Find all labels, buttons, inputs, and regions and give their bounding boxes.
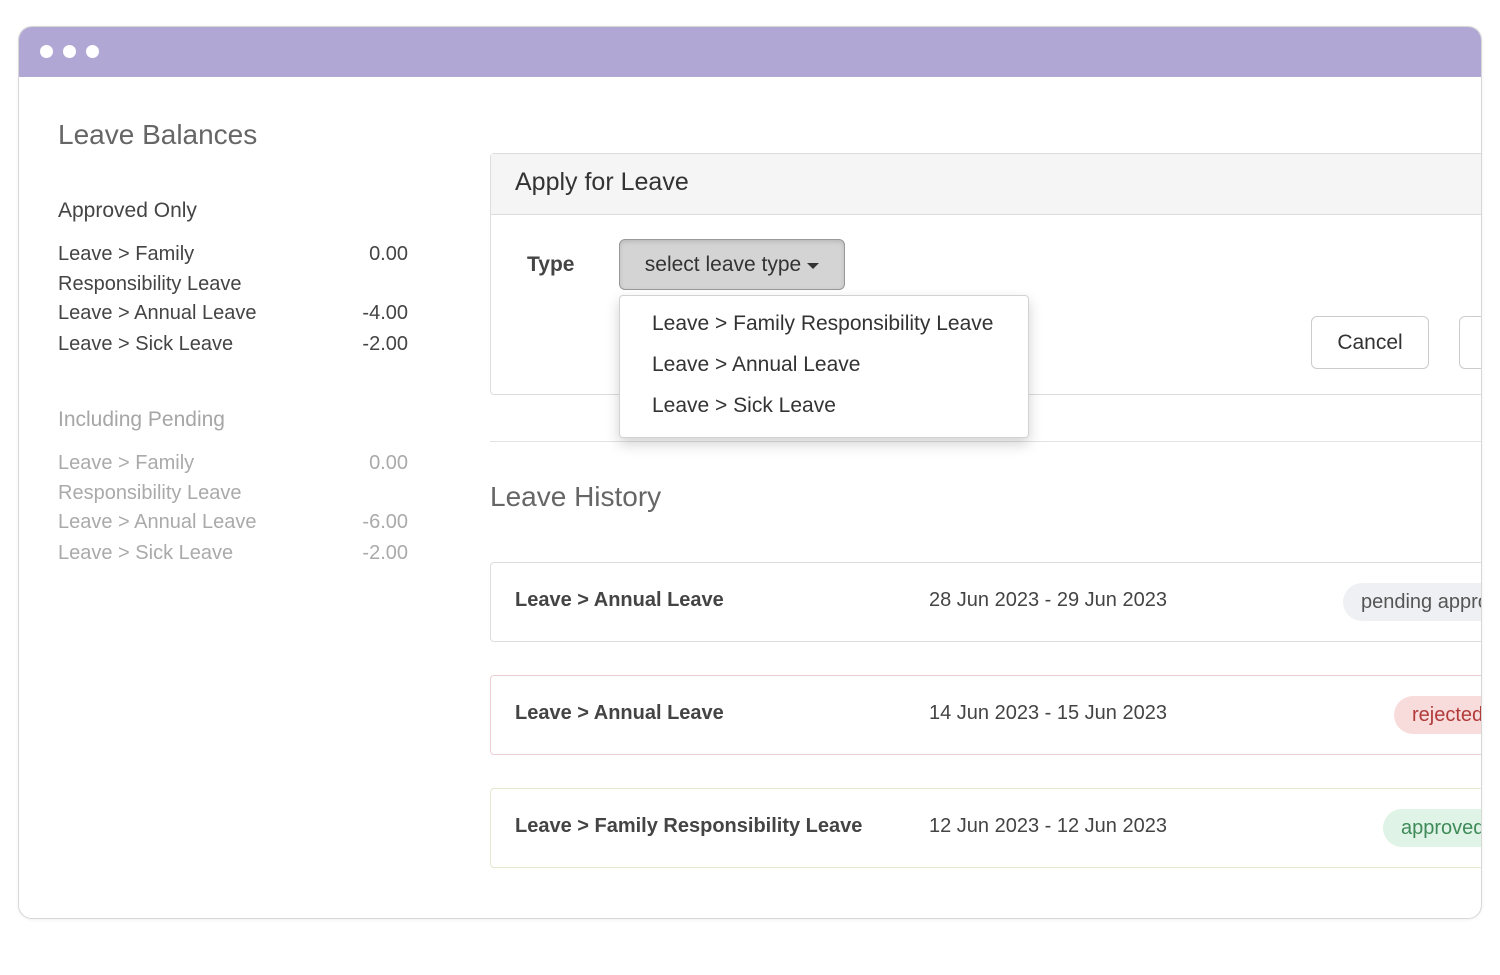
status-badge-approved: approved — [1383, 809, 1481, 847]
section-divider — [490, 441, 1481, 442]
window-titlebar — [19, 27, 1481, 77]
approved-only-heading: Approved Only — [58, 199, 197, 222]
history-row[interactable]: Leave > Annual Leave 28 Jun 2023 - 29 Ju… — [490, 562, 1481, 642]
leave-balances-title: Leave Balances — [58, 119, 258, 150]
balance-value: -2.00 — [362, 333, 408, 355]
dropdown-option-annual[interactable]: Leave > Annual Leave — [652, 353, 860, 377]
balance-label: Leave > Annual Leave — [58, 511, 257, 533]
including-pending-heading: Including Pending — [58, 408, 225, 431]
history-leave-type: Leave > Annual Leave — [515, 589, 724, 611]
dropdown-option-sick[interactable]: Leave > Sick Leave — [652, 394, 836, 418]
balance-label: Leave > Family Responsibility Leave — [58, 243, 242, 295]
leave-type-select[interactable]: select leave type — [619, 239, 845, 290]
type-label: Type — [527, 253, 575, 276]
dropdown-option-family-responsibility[interactable]: Leave > Family Responsibility Leave — [652, 312, 993, 336]
app-window: Leave Balances Approved Only Leave > Fam… — [18, 26, 1482, 919]
balance-label: Leave > Annual Leave — [58, 302, 257, 324]
leave-type-select-label: select leave type — [644, 252, 802, 276]
status-badge-rejected: rejected — [1394, 696, 1481, 734]
status-badge-pending: pending approval — [1343, 583, 1481, 621]
history-dates: 28 Jun 2023 - 29 Jun 2023 — [929, 589, 1167, 611]
window-maximize-dot[interactable] — [86, 45, 99, 58]
balance-value: -2.00 — [362, 542, 408, 564]
window-close-dot[interactable] — [40, 45, 53, 58]
balance-value: 0.00 — [369, 452, 408, 474]
caret-down-icon — [807, 262, 820, 269]
balance-label: Leave > Sick Leave — [58, 333, 234, 355]
window-minimize-dot[interactable] — [63, 45, 76, 58]
apply-leave-header: Apply for Leave — [491, 154, 1481, 215]
balance-value: -6.00 — [362, 511, 408, 533]
balance-value: -4.00 — [362, 302, 408, 324]
apply-leave-title: Apply for Leave — [515, 168, 689, 196]
history-leave-type: Leave > Annual Leave — [515, 702, 724, 724]
history-row[interactable]: Leave > Annual Leave 14 Jun 2023 - 15 Ju… — [490, 675, 1481, 755]
balance-label: Leave > Family Responsibility Leave — [58, 452, 242, 504]
balance-label: Leave > Sick Leave — [58, 542, 234, 564]
history-row[interactable]: Leave > Family Responsibility Leave 12 J… — [490, 788, 1481, 868]
submit-button[interactable] — [1459, 316, 1481, 369]
balance-row-family-approved: Leave > Family Responsibility Leave 0.00 — [58, 239, 408, 299]
leave-history-title: Leave History — [490, 481, 662, 512]
history-leave-type: Leave > Family Responsibility Leave — [515, 815, 863, 837]
leave-type-dropdown-menu: Leave > Family Responsibility Leave Leav… — [619, 295, 1029, 438]
cancel-button[interactable]: Cancel — [1311, 316, 1429, 369]
balance-row-family-pending: Leave > Family Responsibility Leave 0.00 — [58, 448, 408, 508]
history-dates: 14 Jun 2023 - 15 Jun 2023 — [929, 702, 1167, 724]
balance-value: 0.00 — [369, 243, 408, 265]
history-dates: 12 Jun 2023 - 12 Jun 2023 — [929, 815, 1167, 837]
